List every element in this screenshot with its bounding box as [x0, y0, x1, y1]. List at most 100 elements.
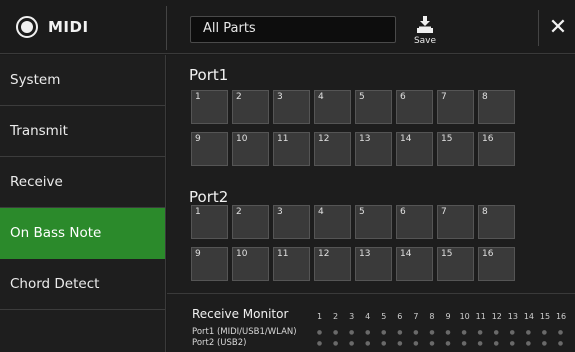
port2-channel-13-button[interactable]: 13	[355, 247, 392, 281]
monitor-indicator-dot: ●	[381, 340, 387, 347]
port1-channel-12-button[interactable]: 12	[314, 132, 351, 166]
port2-channel-1-button[interactable]: 1	[191, 205, 228, 239]
sidebar-item-system[interactable]: System	[0, 55, 165, 106]
port1-channel-1-button[interactable]: 1	[191, 90, 228, 124]
receive-monitor: Receive Monitor 1 2 3 4 5 6 7 8 9 10 11 12 13 14 15 16 …	[167, 293, 575, 352]
monitor-indicator-dot: ●	[477, 340, 483, 347]
port2-channel-5-button[interactable]: 5	[355, 205, 392, 239]
monitor-indicator-dot: ●	[316, 340, 323, 347]
monitor-indicator-dot: ●	[477, 329, 483, 336]
save-download-icon	[417, 16, 433, 33]
monitor-indicator-dot: ●	[332, 329, 339, 336]
monitor-indicator-dot: ●	[429, 329, 435, 336]
monitor-row-port1-label: Port1 (MIDI/USB1/WLAN)	[192, 327, 297, 337]
port2-channel-16-button[interactable]: 16	[478, 247, 515, 281]
monitor-indicator-dot: ●	[397, 340, 403, 347]
monitor-indicator-dot: ●	[525, 340, 531, 347]
sidebar-item-label: Receive	[10, 174, 63, 190]
port2-channel-9-button[interactable]: 9	[191, 247, 228, 281]
monitor-indicator-dot: ●	[493, 329, 499, 336]
page-title: MIDI	[48, 18, 89, 36]
port1-channel-5-button[interactable]: 5	[355, 90, 392, 124]
port1-channel-13-button[interactable]: 13	[355, 132, 392, 166]
port2-channel-12-button[interactable]: 12	[314, 247, 351, 281]
monitor-channel-number: 13	[507, 312, 518, 321]
port1-channel-14-button[interactable]: 14	[396, 132, 433, 166]
port2-channel-7-button[interactable]: 7	[437, 205, 474, 239]
port2-channel-10-button[interactable]: 10	[232, 247, 269, 281]
sidebar-item-label: Transmit	[10, 123, 68, 139]
monitor-indicator-dot: ●	[365, 340, 371, 347]
monitor-indicator-dot: ●	[429, 340, 435, 347]
port1-channel-15-button[interactable]: 15	[437, 132, 474, 166]
monitor-indicator-dot: ●	[349, 340, 355, 347]
sidebar: System Transmit Receive On Bass Note Cho…	[0, 55, 166, 352]
port1-channel-3-button[interactable]: 3	[273, 90, 310, 124]
monitor-indicator-dot: ●	[525, 329, 531, 336]
port1-channel-9-button[interactable]: 9	[191, 132, 228, 166]
monitor-indicator-dot: ●	[332, 340, 339, 347]
monitor-indicator-dot: ●	[509, 329, 515, 336]
monitor-row-port2-indicators: ● ● ● ● ● ● ● ● ● ● ● ● ● ● ● ●	[315, 341, 565, 347]
monitor-channel-number: 4	[365, 312, 371, 321]
receive-monitor-title: Receive Monitor	[192, 307, 289, 321]
port1-channel-11-button[interactable]: 11	[273, 132, 310, 166]
port1-channel-7-button[interactable]: 7	[437, 90, 474, 124]
monitor-indicator-dot: ●	[461, 329, 467, 336]
save-button[interactable]: Save	[402, 16, 448, 50]
monitor-indicator-dot: ●	[381, 329, 387, 336]
port2-channel-15-button[interactable]: 15	[437, 247, 474, 281]
monitor-channel-number: 11	[475, 312, 486, 321]
monitor-row-port2-label: Port2 (USB2)	[192, 338, 247, 348]
port1-channel-2-button[interactable]: 2	[232, 90, 269, 124]
port2-title: Port2	[189, 188, 229, 206]
port2-channel-3-button[interactable]: 3	[273, 205, 310, 239]
monitor-indicator-dot: ●	[349, 329, 355, 336]
monitor-channel-number: 9	[445, 312, 451, 321]
sidebar-item-receive[interactable]: Receive	[0, 157, 165, 208]
port1-title: Port1	[189, 66, 229, 84]
sidebar-item-label: Chord Detect	[10, 276, 100, 292]
app-title-area: MIDI	[0, 0, 166, 54]
monitor-indicator-dot: ●	[541, 329, 547, 336]
monitor-channel-numbers: 1 2 3 4 5 6 7 8 9 10 11 12 13 14 15 16	[315, 312, 566, 321]
sidebar-item-label: System	[10, 72, 61, 88]
monitor-indicator-dot: ●	[316, 329, 323, 336]
monitor-indicator-dot: ●	[445, 329, 451, 336]
monitor-channel-number: 1	[316, 312, 323, 321]
monitor-channel-number: 6	[397, 312, 403, 321]
monitor-channel-number: 12	[491, 312, 502, 321]
monitor-indicator-dot: ●	[557, 340, 564, 347]
midi-connector-icon	[16, 16, 38, 38]
monitor-channel-number: 3	[349, 312, 355, 321]
monitor-channel-number: 8	[429, 312, 435, 321]
monitor-indicator-dot: ●	[493, 340, 499, 347]
port2-channel-14-button[interactable]: 14	[396, 247, 433, 281]
port1-channel-8-button[interactable]: 8	[478, 90, 515, 124]
port1-channel-16-button[interactable]: 16	[478, 132, 515, 166]
port2-channel-4-button[interactable]: 4	[314, 205, 351, 239]
monitor-indicator-dot: ●	[461, 340, 467, 347]
monitor-indicator-dot: ●	[413, 329, 419, 336]
port2-channel-6-button[interactable]: 6	[396, 205, 433, 239]
monitor-indicator-dot: ●	[397, 329, 403, 336]
sidebar-item-transmit[interactable]: Transmit	[0, 106, 165, 157]
monitor-row-port1-indicators: ● ● ● ● ● ● ● ● ● ● ● ● ● ● ● ●	[315, 330, 565, 336]
monitor-indicator-dot: ●	[509, 340, 515, 347]
sidebar-item-chord-detect[interactable]: Chord Detect	[0, 259, 165, 310]
port1-channel-4-button[interactable]: 4	[314, 90, 351, 124]
port2-channel-2-button[interactable]: 2	[232, 205, 269, 239]
port1-channel-10-button[interactable]: 10	[232, 132, 269, 166]
close-button[interactable]: ✕	[544, 12, 572, 42]
monitor-channel-number: 5	[381, 312, 387, 321]
sidebar-item-on-bass-note[interactable]: On Bass Note	[0, 208, 165, 259]
header-divider	[166, 6, 167, 50]
port1-channel-6-button[interactable]: 6	[396, 90, 433, 124]
monitor-indicator-dot: ●	[445, 340, 451, 347]
monitor-channel-number: 2	[333, 312, 339, 321]
port2-channel-11-button[interactable]: 11	[273, 247, 310, 281]
port1-channel-grid: 1 2 3 4 5 6 7 8 9 10 11 12 13 14 15 16	[191, 90, 548, 166]
port2-channel-8-button[interactable]: 8	[478, 205, 515, 239]
monitor-channel-number: 15	[539, 312, 551, 321]
parts-selector[interactable]: All Parts	[190, 16, 396, 43]
